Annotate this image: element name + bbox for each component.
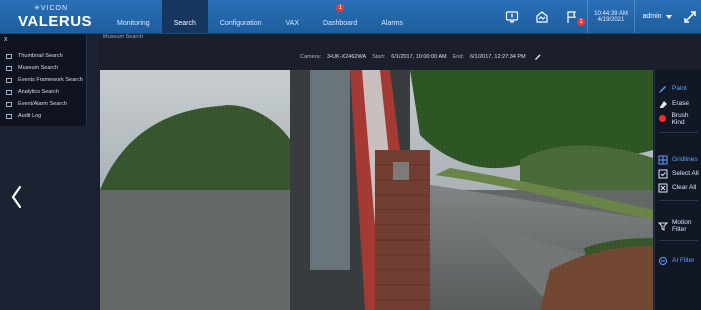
select-all-button[interactable]: Select All xyxy=(655,167,701,180)
tab-monitoring[interactable]: Monitoring xyxy=(105,0,162,33)
tab-alarms[interactable]: Alarms xyxy=(369,0,415,33)
gridlines-toggle[interactable]: Gridlines xyxy=(655,153,701,166)
clear-all-icon xyxy=(658,183,668,193)
user-menu[interactable]: admin xyxy=(635,0,679,33)
analytics-icon xyxy=(6,89,12,95)
menu-item-thumbnail-search[interactable]: Thumbnail Search xyxy=(6,50,84,62)
end-label: End: xyxy=(452,54,464,60)
user-name: admin xyxy=(642,13,662,20)
tools-divider-3 xyxy=(659,240,698,241)
audit-log-icon xyxy=(6,113,12,119)
thumbnail-icon xyxy=(6,53,12,59)
menu-item-event-alarm-search[interactable]: Event/Alarm Search xyxy=(6,98,84,110)
menu-item-audit-log[interactable]: Audit Log xyxy=(6,110,84,122)
chevron-left-icon[interactable] xyxy=(8,184,26,210)
motion-filter-button[interactable]: Motion Filter xyxy=(655,219,701,233)
brand-logo: ✳VICON VALERUS xyxy=(9,4,93,30)
tools-divider-1 xyxy=(659,132,698,133)
tab-vax[interactable]: VAX xyxy=(274,0,312,33)
alarm-icon xyxy=(6,101,12,107)
eraser-icon xyxy=(658,99,668,109)
tools-divider-2 xyxy=(659,200,698,201)
erase-tool[interactable]: Erase xyxy=(655,97,701,110)
camera-value: 3•UK-X2462WA xyxy=(327,54,367,60)
report-icon[interactable] xyxy=(531,6,553,28)
clock-date: 4/19/2021 xyxy=(597,16,625,23)
camera-frame xyxy=(100,70,653,310)
close-icon[interactable]: x xyxy=(4,36,12,44)
menu-item-analytics-search[interactable]: Analytics Search xyxy=(6,86,84,98)
camera-info-bar: Camera: 3•UK-X2462WA Start: 6/1/2017, 10… xyxy=(300,52,542,62)
brand-main: VALERUS xyxy=(18,13,93,30)
brand-sub: ✳VICON xyxy=(34,5,69,12)
camera-label: Camera: xyxy=(300,54,322,60)
menu-item-museum-search[interactable]: Museum Search xyxy=(6,62,84,74)
menu-item-events-framework-search[interactable]: Events Framework Search xyxy=(6,74,84,86)
ai-filter-button[interactable]: AI Filter xyxy=(655,254,701,267)
events-icon xyxy=(6,77,12,83)
ai-filter-icon xyxy=(658,256,668,266)
left-sidebar: x Thumbnail Search Museum Search Events … xyxy=(0,34,98,310)
pencil-icon[interactable] xyxy=(534,53,542,61)
start-value: 6/1/2017, 10:00:00 AM xyxy=(391,54,447,60)
clock: 10:44:39 AM 4/19/2021 xyxy=(587,0,635,33)
start-label: Start: xyxy=(372,54,386,60)
main-nav: Monitoring Search Configuration VAX 1 Da… xyxy=(105,0,415,33)
header-right: 1 10:44:39 AM 4/19/2021 admin xyxy=(497,0,701,33)
end-value: 6/1/2017, 12:27:34 PM xyxy=(469,54,526,60)
grid-icon xyxy=(658,155,668,165)
top-navbar: ✳VICON VALERUS Monitoring Search Configu… xyxy=(0,0,701,34)
tab-configuration[interactable]: Configuration xyxy=(208,0,274,33)
clear-all-button[interactable]: Clear All xyxy=(655,181,701,194)
dashboard-badge: 1 xyxy=(336,4,345,12)
museum-icon xyxy=(6,65,12,71)
video-player[interactable] xyxy=(100,70,653,310)
flag-notification-icon[interactable]: 1 xyxy=(561,6,585,28)
paintbrush-icon xyxy=(658,84,668,94)
notification-badge: 1 xyxy=(577,17,585,26)
breadcrumb: Museum Search xyxy=(103,34,144,40)
motion-tools-panel: Paint Erase Brush Kind Gridlines Select … xyxy=(654,70,701,310)
brush-color-dot-icon xyxy=(658,114,668,124)
expand-icon[interactable] xyxy=(679,0,701,33)
tab-dashboard[interactable]: 1 Dashboard xyxy=(311,0,369,33)
select-all-icon xyxy=(658,169,668,179)
paint-tool[interactable]: Paint xyxy=(655,82,701,95)
brush-kind[interactable]: Brush Kind xyxy=(655,112,701,126)
motion-filter-icon xyxy=(658,221,668,231)
app-root: ✳VICON VALERUS Monitoring Search Configu… xyxy=(0,0,701,310)
monitor-alert-icon[interactable] xyxy=(501,6,523,28)
tab-search[interactable]: Search xyxy=(161,0,208,33)
chevron-down-icon xyxy=(665,14,672,19)
search-menu: x Thumbnail Search Museum Search Events … xyxy=(0,34,87,126)
